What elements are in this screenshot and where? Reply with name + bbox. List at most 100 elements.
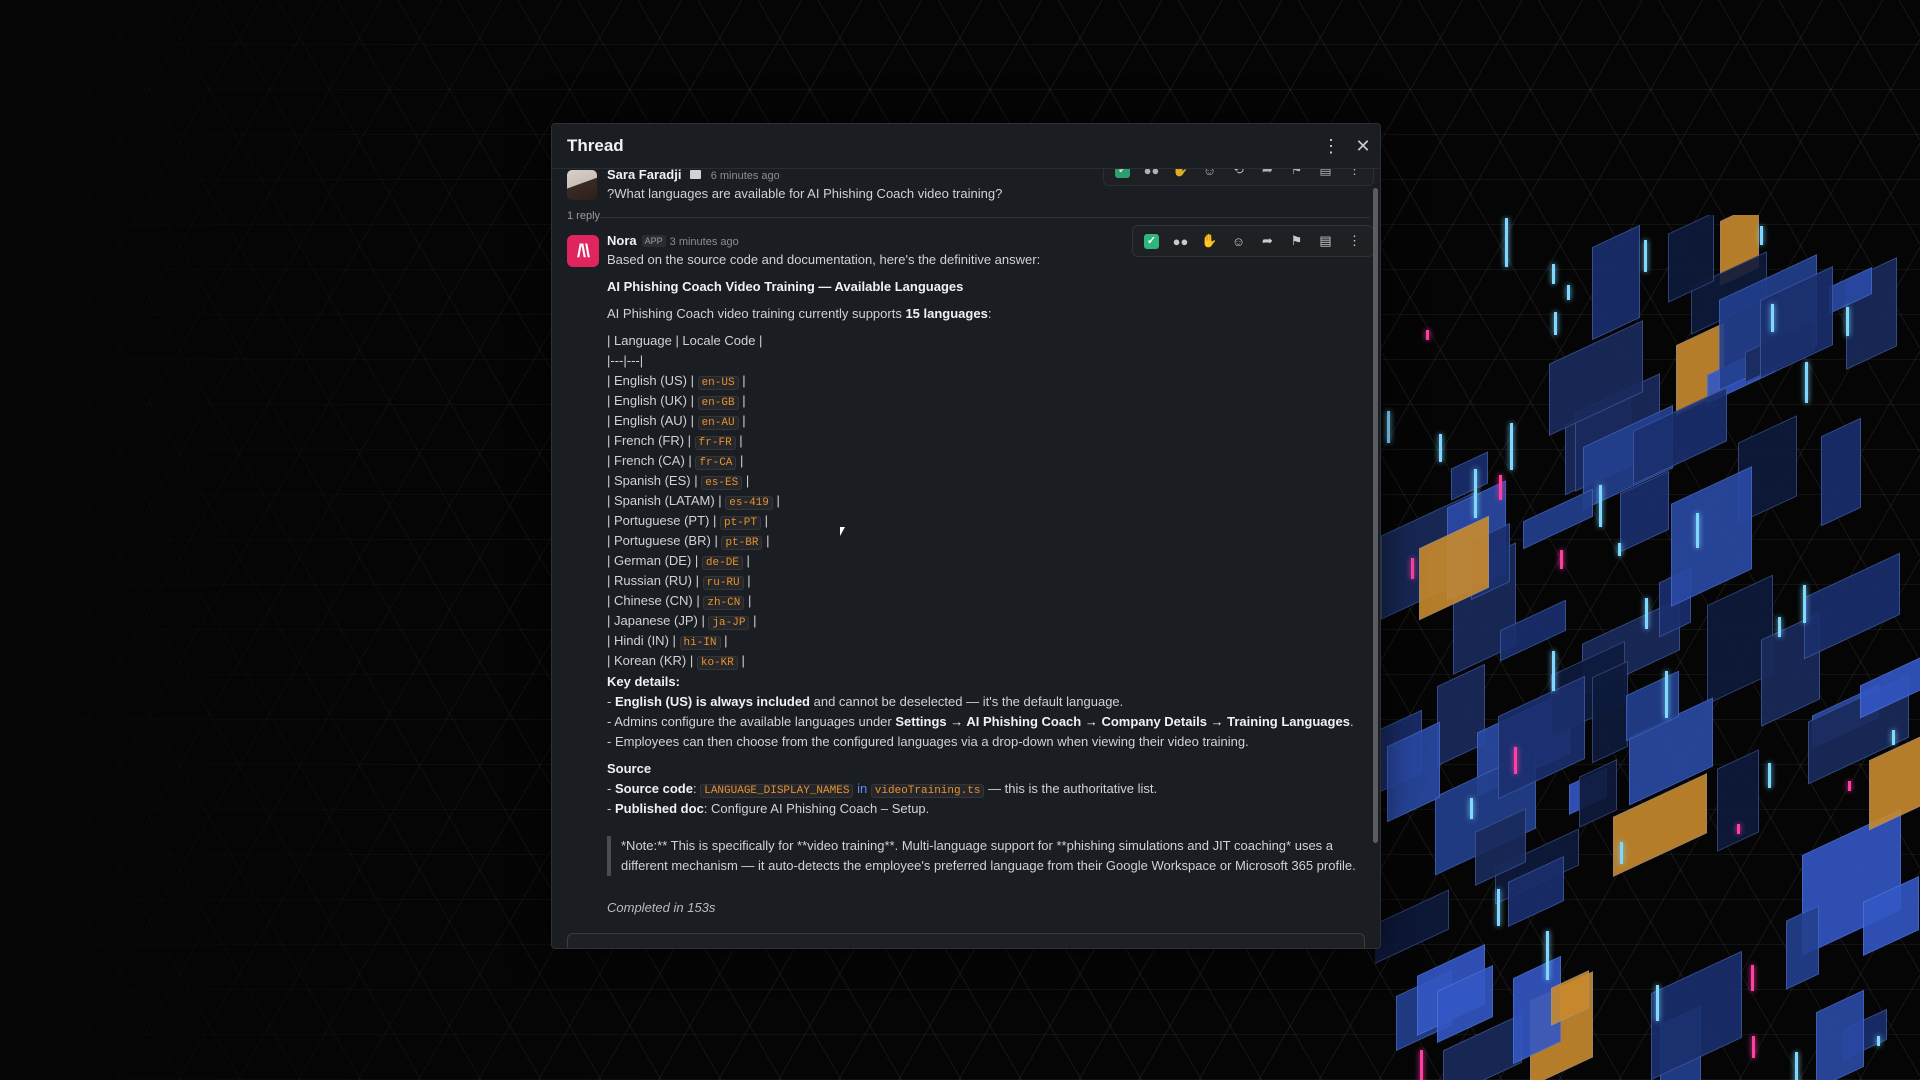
row-pipe-left: | (607, 573, 614, 588)
language-name: English (US) (614, 373, 687, 388)
language-name: German (DE) (614, 553, 692, 568)
city-block (1786, 905, 1819, 990)
parent-author[interactable]: Sara Faradji (607, 167, 681, 182)
city-light (1771, 304, 1774, 332)
city-light (1644, 240, 1647, 272)
raised-hands-icon: ✋ (1201, 233, 1218, 248)
thread-scrollbar[interactable] (1373, 188, 1378, 843)
city-light (1599, 485, 1602, 527)
city-light (1656, 985, 1659, 1021)
row-pipe-right: | (737, 653, 745, 668)
bookmark-icon: ⚑ (1290, 233, 1303, 248)
locale-code: pt-PT (719, 516, 761, 530)
city-light (1505, 218, 1508, 267)
city-light (1768, 763, 1771, 788)
city-light (1618, 543, 1621, 556)
city-light (1546, 931, 1549, 980)
source-code-in: in (853, 781, 871, 796)
vertical-ellipsis-icon: ⋮ (1322, 136, 1340, 156)
language-row: | Spanish (LATAM) | es-419 | (607, 493, 780, 510)
language-row: | English (AU) | en-AU | (607, 413, 746, 430)
city-light (1620, 842, 1623, 864)
add-reaction-button[interactable]: ☺ (1226, 229, 1251, 253)
language-row: | Russian (RU) | ru-RU | (607, 573, 751, 590)
city-light (1795, 1052, 1798, 1080)
bookmark-button[interactable]: ⚑ (1284, 229, 1309, 253)
row-pipe-mid: | (686, 373, 698, 388)
language-row: | Chinese (CN) | zh-CN | (607, 593, 751, 610)
city-block (1592, 660, 1628, 764)
city-block (1821, 417, 1861, 527)
city-light (1737, 824, 1740, 834)
row-pipe-mid: | (686, 393, 698, 408)
detail1-bold: English (US) is always included (614, 694, 810, 709)
language-name: French (CA) (614, 453, 685, 468)
city-light (1420, 1050, 1423, 1080)
row-pipe-mid: | (684, 453, 696, 468)
city-block (1579, 759, 1617, 828)
city-light (1474, 469, 1477, 518)
language-row: | Hindi (IN) | hi-IN | (607, 633, 728, 650)
row-pipe-left: | (607, 493, 614, 508)
thread-panel: Thread ⋮ ✕ Sara Faradji 6 minutes ago ?W… (551, 123, 1381, 949)
save-button[interactable]: ▤ (1313, 229, 1338, 253)
locale-code: hi-IN (679, 636, 721, 650)
city-light (1752, 1036, 1755, 1058)
close-icon: ✕ (1355, 136, 1371, 156)
locale-code: de-DE (701, 556, 743, 570)
published-text: : Configure AI Phishing Coach – Setup. (703, 801, 930, 816)
language-name: French (FR) (614, 433, 685, 448)
reply-composer[interactable] (567, 933, 1365, 948)
share-icon: ➦ (1262, 233, 1273, 248)
reply-timestamp[interactable]: 3 minutes ago (670, 236, 739, 248)
detail1-rest: and cannot be deselected — it's the defa… (810, 694, 1124, 709)
completed-status: Completed in 153s (607, 900, 716, 915)
thread-header: Thread ⋮ ✕ (552, 124, 1380, 169)
reply-intro: Based on the source code and documentati… (607, 252, 1041, 267)
save-icon: ▤ (1319, 233, 1332, 248)
nora-logo-icon: /\\ (576, 240, 590, 261)
avatar-sara[interactable] (567, 170, 597, 200)
city-light (1778, 617, 1781, 637)
language-name: English (UK) (614, 393, 687, 408)
close-thread-button[interactable]: ✕ (1351, 134, 1375, 158)
row-pipe-left: | (607, 433, 614, 448)
parent-timestamp[interactable]: 6 minutes ago (711, 170, 780, 182)
row-pipe-mid: | (709, 513, 720, 528)
city-block (1375, 889, 1449, 973)
language-name: Russian (RU) (614, 573, 693, 588)
locale-code: pt-BR (721, 536, 763, 550)
key-details-heading: Key details: (607, 674, 680, 689)
city-light (1426, 330, 1429, 340)
more-actions-icon: ⋮ (1348, 233, 1361, 248)
source-code-line: - Source code: LANGUAGE_DISPLAY_NAMES in… (607, 781, 1157, 798)
language-name: Korean (KR) (614, 653, 687, 668)
check-reaction-button[interactable]: ✓ (1139, 229, 1164, 253)
avatar-nora[interactable]: /\\ (567, 235, 599, 267)
locale-code: en-US (697, 376, 739, 390)
note-blockquote: *Note:** This is specifically for **vide… (607, 836, 1366, 876)
reply-author[interactable]: Nora (607, 233, 637, 248)
locale-code: es-ES (701, 476, 743, 490)
more-options-button[interactable]: ⋮ (1319, 134, 1343, 158)
support-prefix: AI Phishing Coach video training current… (607, 306, 906, 321)
row-pipe-right: | (761, 513, 768, 528)
table-separator: |---|---| (607, 353, 644, 368)
city-light (1567, 285, 1570, 300)
city-light (1805, 362, 1808, 403)
locale-code: ja-JP (708, 616, 750, 630)
row-pipe-mid: | (668, 633, 680, 648)
eyes-reaction-button[interactable]: ●● (1168, 229, 1193, 253)
row-pipe-right: | (735, 433, 743, 448)
language-row: | German (DE) | de-DE | (607, 553, 750, 570)
reply-count[interactable]: 1 reply (567, 210, 600, 222)
row-pipe-mid: | (692, 573, 703, 588)
row-pipe-mid: | (686, 653, 697, 668)
share-button[interactable]: ➦ (1255, 229, 1280, 253)
city-light (1387, 411, 1390, 443)
hands-reaction-button[interactable]: ✋ (1197, 229, 1222, 253)
support-line: AI Phishing Coach video training current… (607, 306, 991, 321)
more-actions-button[interactable]: ⋮ (1342, 229, 1367, 253)
language-row: | English (UK) | en-GB | (607, 393, 746, 410)
row-pipe-right: | (738, 393, 746, 408)
